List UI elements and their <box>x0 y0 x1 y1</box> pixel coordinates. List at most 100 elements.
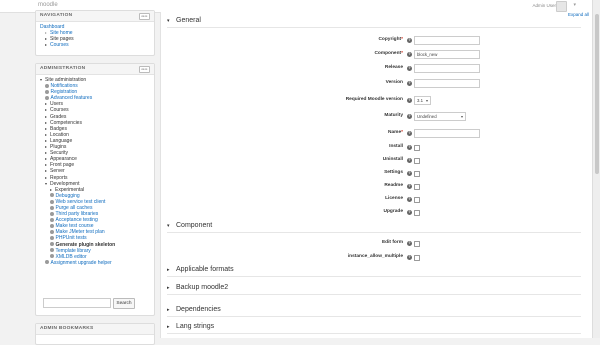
administration-item-label[interactable]: PHPUnit tests <box>56 235 87 241</box>
required-icon: * <box>401 37 403 42</box>
user-name[interactable]: Admin User <box>532 3 556 8</box>
administration-item-label[interactable]: Third party libraries <box>56 211 99 217</box>
page-scrollbar[interactable] <box>592 0 600 338</box>
help-icon[interactable]: ? <box>407 65 412 71</box>
text-input[interactable] <box>414 129 480 138</box>
text-input[interactable]: block_new <box>414 50 480 59</box>
administration-item-label[interactable]: Notifications <box>51 83 78 89</box>
checkbox[interactable] <box>414 144 420 151</box>
administration-item-label[interactable]: Generate plugin skeleton <box>56 242 116 248</box>
administration-list: ▾ Site administration Notifications Registr… <box>36 75 154 268</box>
administration-item-label[interactable]: Debugging <box>56 193 80 199</box>
settings-gear-icon <box>50 217 54 222</box>
block-dock-icon[interactable]: ▭▭ <box>139 13 150 20</box>
checkbox[interactable] <box>414 209 420 216</box>
settings-gear-icon <box>50 199 54 204</box>
site-brand[interactable]: moodle <box>38 2 58 8</box>
collapsed-section[interactable]: ▸ Dependencies <box>167 305 581 317</box>
settings-gear-icon <box>50 242 54 247</box>
settings-gear-icon <box>50 223 54 228</box>
administration-item-label[interactable]: Badges <box>50 126 67 132</box>
checkbox[interactable] <box>414 183 420 190</box>
navigation-item-label[interactable]: Site pages <box>50 36 74 42</box>
collapsed-section[interactable]: ▸ Backup moodle2 <box>167 283 581 295</box>
checkbox[interactable] <box>414 254 420 261</box>
administration-item[interactable]: Assignment upgrade helper <box>40 260 150 266</box>
admin-search-button[interactable]: Search <box>113 298 135 309</box>
admin-search-input[interactable] <box>43 298 111 308</box>
collapsed-section[interactable]: ▸ Lang strings <box>167 322 581 334</box>
admin-bookmarks-header: ADMIN BOOKMARKS <box>36 324 154 335</box>
field-label: Required Moodle version <box>345 97 403 102</box>
help-icon[interactable]: ? <box>407 240 412 246</box>
select-dropdown[interactable]: Undefined ▾ <box>414 112 466 121</box>
section-component[interactable]: ▾ Component <box>167 221 581 233</box>
administration-item-label[interactable]: Language <box>50 138 72 144</box>
navigation-item-label[interactable]: Dashboard <box>40 24 64 30</box>
help-icon[interactable]: ? <box>407 209 412 215</box>
help-icon[interactable]: ? <box>407 183 412 189</box>
administration-item-label[interactable]: Make test course <box>56 223 94 229</box>
administration-item-label[interactable]: Assignment upgrade helper <box>51 260 112 266</box>
help-icon[interactable]: ? <box>407 144 412 150</box>
administration-item-label[interactable]: Front page <box>50 162 74 168</box>
administration-item-label[interactable]: Security <box>50 150 68 156</box>
administration-item-label[interactable]: Template library <box>56 248 91 254</box>
help-icon[interactable]: ? <box>407 37 412 43</box>
user-menu-caret-icon[interactable]: ▾ <box>573 2 576 8</box>
navigation-item-label[interactable]: Site home <box>50 30 73 36</box>
help-icon[interactable]: ? <box>407 51 412 57</box>
block-dock-icon[interactable]: ▭▭ <box>139 66 150 73</box>
field-label: License <box>385 196 403 201</box>
administration-item-label[interactable]: Server <box>50 168 65 174</box>
administration-item-label[interactable]: Plugins <box>50 144 66 150</box>
help-icon[interactable]: ? <box>407 113 412 119</box>
text-input[interactable] <box>414 64 480 73</box>
text-input[interactable] <box>414 36 480 45</box>
checkbox[interactable] <box>414 240 420 247</box>
administration-item-label[interactable]: Location <box>50 132 69 138</box>
form-row: Version? <box>161 79 593 88</box>
section-general[interactable]: ▾ General <box>167 16 581 28</box>
scrollbar-thumb[interactable] <box>595 14 599 174</box>
administration-item-label[interactable]: Users <box>50 101 63 107</box>
administration-item-label[interactable]: Experimental <box>55 187 84 193</box>
administration-item-label[interactable]: Advanced features <box>51 95 93 101</box>
administration-item-label[interactable]: Registration <box>51 89 78 95</box>
help-icon[interactable]: ? <box>407 80 412 86</box>
administration-item-label[interactable]: Make JMeter test plan <box>56 229 105 235</box>
administration-item-label[interactable]: Acceptance testing <box>56 217 98 223</box>
select-dropdown[interactable]: 3.1 ▾ <box>414 96 431 105</box>
checkbox[interactable] <box>414 196 420 203</box>
administration-item-label[interactable]: Reports <box>50 175 68 181</box>
field-label: Maturity <box>384 113 403 118</box>
help-icon[interactable]: ? <box>407 97 412 103</box>
administration-item-label[interactable]: Development <box>50 181 79 187</box>
administration-item-label[interactable]: Competencies <box>50 120 82 126</box>
administration-item-label[interactable]: Grades <box>50 114 66 120</box>
navigation-item-label[interactable]: Courses <box>50 42 69 48</box>
settings-gear-icon <box>45 95 49 100</box>
administration-item-label[interactable]: Web service test client <box>56 199 106 205</box>
administration-item-label[interactable]: XMLDB editor <box>56 254 87 260</box>
help-icon[interactable]: ? <box>407 130 412 136</box>
administration-title: ADMINISTRATION <box>40 66 86 71</box>
settings-gear-icon <box>45 89 49 94</box>
field-label: Upgrade <box>383 209 403 214</box>
administration-item-label[interactable]: Site administration <box>45 77 86 83</box>
help-icon[interactable]: ? <box>407 170 412 176</box>
checkbox[interactable] <box>414 157 420 164</box>
help-icon[interactable]: ? <box>407 254 412 260</box>
user-avatar[interactable] <box>556 1 567 12</box>
help-icon[interactable]: ? <box>407 157 412 163</box>
administration-item-label[interactable]: Appearance <box>50 156 77 162</box>
collapsed-section[interactable]: ▸ Applicable formats <box>167 265 581 277</box>
checkbox[interactable] <box>414 170 420 177</box>
help-icon[interactable]: ? <box>407 196 412 202</box>
navigation-item[interactable]: ▸ Courses <box>40 42 150 48</box>
administration-item-label[interactable]: Courses <box>50 107 69 113</box>
administration-item-label[interactable]: Purge all caches <box>56 205 93 211</box>
navigation-list: Dashboard • Site home ▸ Site pages ▸ Courses <box>36 22 154 50</box>
field-label: Copyright* <box>378 37 403 42</box>
text-input[interactable] <box>414 79 480 88</box>
